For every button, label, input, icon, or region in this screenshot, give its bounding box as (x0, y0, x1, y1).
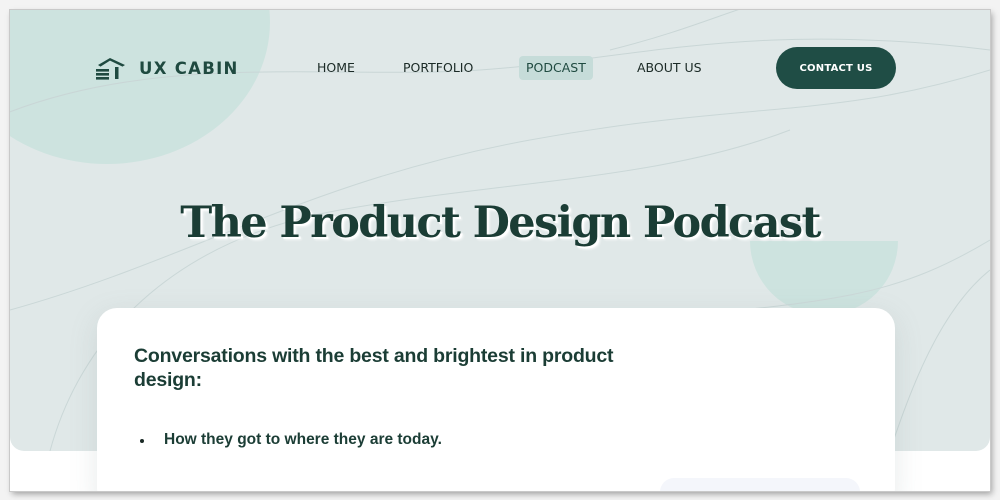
contact-us-button[interactable]: CONTACT US (776, 47, 896, 89)
decorative-shape (660, 478, 860, 491)
page-title: The Product Design Podcast (180, 198, 821, 248)
nav-portfolio[interactable]: PORTFOLIO (396, 56, 480, 80)
list-item-text: How they got to where they are today. (164, 431, 442, 448)
nav-podcast[interactable]: PODCAST (519, 56, 593, 80)
bullet-list: How they got to where they are today. (134, 430, 442, 450)
bullet-icon (140, 439, 144, 443)
browser-frame: UX CABIN HOME PORTFOLIO PODCAST ABOUT US… (0, 0, 1000, 500)
intro-card: Conversations with the best and brightes… (97, 308, 895, 491)
nav-home[interactable]: HOME (310, 56, 362, 80)
card-heading: Conversations with the best and brightes… (134, 345, 614, 391)
page: UX CABIN HOME PORTFOLIO PODCAST ABOUT US… (10, 10, 990, 491)
list-item: How they got to where they are today. (134, 430, 442, 450)
nav-about-us[interactable]: ABOUT US (630, 56, 709, 80)
